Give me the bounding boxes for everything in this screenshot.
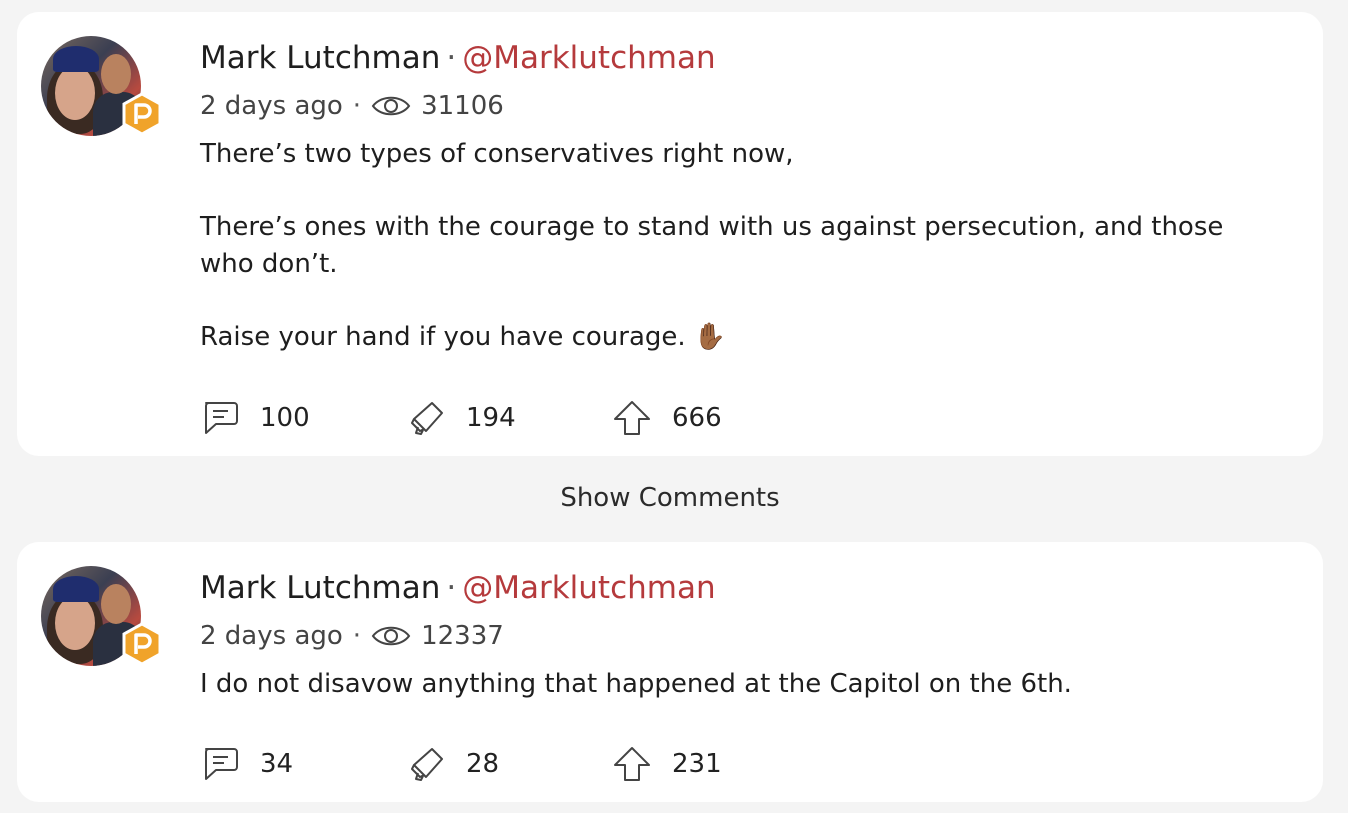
- comment-count: 100: [260, 403, 310, 433]
- post-meta: 2 days ago · 12337: [200, 620, 504, 652]
- post-actions: 34 28 231: [200, 744, 722, 784]
- parler-badge-icon: [122, 622, 162, 666]
- eye-icon: [371, 96, 411, 116]
- post-header: Mark Lutchman · @Marklutchman: [200, 570, 716, 606]
- author-handle[interactable]: @Marklutchman: [462, 570, 715, 606]
- comment-count: 34: [260, 749, 294, 779]
- megaphone-icon: [411, 748, 443, 781]
- separator: ·: [352, 621, 362, 651]
- post-paragraph: I do not disavow anything that happened …: [200, 669, 1072, 699]
- comment-button[interactable]: 100: [200, 399, 406, 437]
- author-name[interactable]: Mark Lutchman: [200, 570, 440, 606]
- upvote-button[interactable]: 666: [612, 399, 722, 437]
- timestamp: 2 days ago: [200, 91, 343, 121]
- comment-button[interactable]: 34: [200, 745, 406, 783]
- post-paragraph: Raise your hand if you have courage. ✋🏾: [200, 322, 727, 352]
- author-handle[interactable]: @Marklutchman: [462, 40, 715, 76]
- post-body: There’s two types of conservatives right…: [200, 136, 1283, 356]
- post-card: Mark Lutchman · @Marklutchman 2 days ago ·…: [17, 542, 1323, 802]
- post-header: Mark Lutchman · @Marklutchman: [200, 40, 716, 76]
- post-card: Mark Lutchman · @Marklutchman 2 days ago ·…: [17, 12, 1323, 456]
- view-count: 31106: [421, 91, 504, 121]
- separator: ·: [446, 570, 457, 606]
- view-count: 12337: [421, 621, 504, 651]
- echo-count: 194: [466, 403, 516, 433]
- comment-bubble-icon: [205, 748, 238, 780]
- separator: ·: [352, 91, 362, 121]
- upvote-button[interactable]: 231: [612, 745, 722, 783]
- separator: ·: [446, 40, 457, 76]
- post-actions: 100 194 666: [200, 398, 722, 438]
- upvote-count: 666: [672, 403, 722, 433]
- echo-button[interactable]: 194: [406, 399, 612, 437]
- show-comments-button[interactable]: Show Comments: [0, 478, 1340, 518]
- post-meta: 2 days ago · 31106: [200, 90, 504, 122]
- echo-button[interactable]: 28: [406, 745, 612, 783]
- parler-badge-icon: [122, 92, 162, 136]
- up-arrow-icon: [614, 401, 650, 435]
- comment-bubble-icon: [205, 402, 238, 434]
- megaphone-icon: [411, 402, 443, 435]
- eye-icon: [371, 626, 411, 646]
- post-paragraph: There’s two types of conservatives right…: [200, 139, 794, 169]
- post-paragraph: There’s ones with the courage to stand w…: [200, 212, 1224, 279]
- echo-count: 28: [466, 749, 500, 779]
- post-body: I do not disavow anything that happened …: [200, 666, 1283, 703]
- upvote-count: 231: [672, 749, 722, 779]
- up-arrow-icon: [614, 747, 650, 781]
- author-name[interactable]: Mark Lutchman: [200, 40, 440, 76]
- timestamp: 2 days ago: [200, 621, 343, 651]
